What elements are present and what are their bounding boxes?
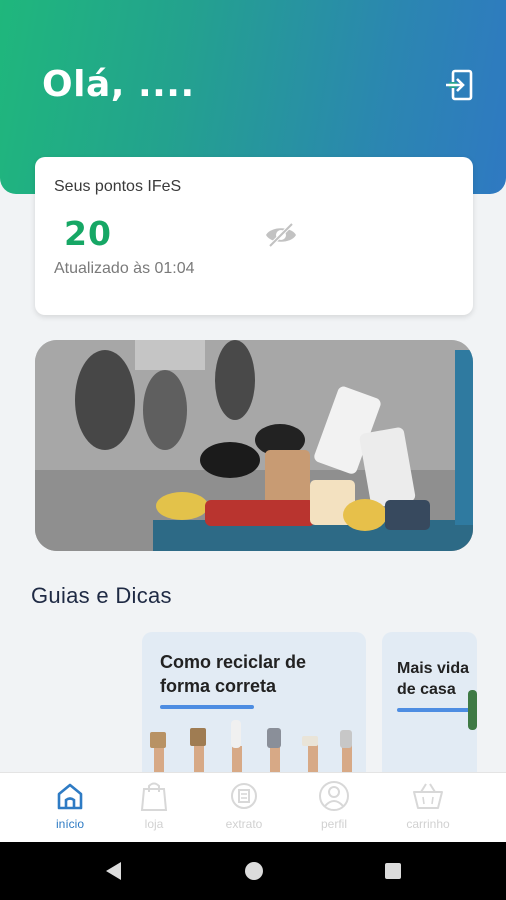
system-back-button[interactable] [98, 858, 128, 884]
bottom-navigation: início loja extrato perfil carrinho [0, 772, 506, 842]
guide-card-title: Como reciclar de forma correta [160, 652, 307, 696]
system-recents-button[interactable] [378, 858, 408, 884]
nav-item-loja[interactable]: loja [109, 773, 199, 843]
receipt-icon [231, 783, 257, 809]
guide-card-underline [397, 708, 477, 712]
basket-icon [413, 783, 443, 809]
guide-card-home[interactable]: Mais vida de casa [382, 632, 477, 782]
guide-card-underline [160, 705, 254, 709]
nav-item-carrinho[interactable]: carrinho [383, 773, 473, 843]
banner-image[interactable] [35, 340, 473, 551]
nav-item-inicio[interactable]: início [25, 773, 115, 843]
points-value: 20 [64, 214, 112, 253]
logout-icon [446, 69, 473, 101]
toggle-points-visibility-button[interactable] [263, 219, 299, 251]
home-circle-icon [245, 862, 263, 880]
shopping-bag-icon [140, 782, 168, 811]
logout-button[interactable] [440, 66, 478, 104]
system-home-button[interactable] [239, 858, 269, 884]
recycling-photo-illustration [35, 340, 473, 551]
nav-label: perfil [320, 817, 347, 831]
user-icon [319, 781, 349, 811]
recents-icon [385, 863, 401, 879]
nav-label: extrato [225, 817, 263, 831]
system-navigation-bar [0, 842, 506, 900]
plant-illustration [468, 690, 477, 730]
nav-label: loja [144, 817, 164, 831]
points-updated-time: Atualizado às 01:04 [54, 260, 195, 277]
greeting-title: Olá, .... [42, 64, 195, 105]
back-icon [106, 862, 121, 880]
nav-item-perfil[interactable]: perfil [289, 773, 379, 843]
guides-section-title: Guias e Dicas [31, 583, 172, 608]
nav-item-extrato[interactable]: extrato [199, 773, 289, 843]
eye-off-icon [266, 222, 296, 248]
points-card-title: Seus pontos IFeS [54, 178, 182, 195]
home-icon [57, 783, 83, 810]
nav-label: início [55, 817, 84, 831]
points-card: Seus pontos IFeS 20 Atualizado às 01:04 [35, 157, 473, 315]
nav-label: carrinho [406, 817, 450, 831]
guide-card-title: Mais vida de casa [397, 660, 470, 698]
guide-card-recycling[interactable]: Como reciclar de forma correta [142, 632, 366, 782]
